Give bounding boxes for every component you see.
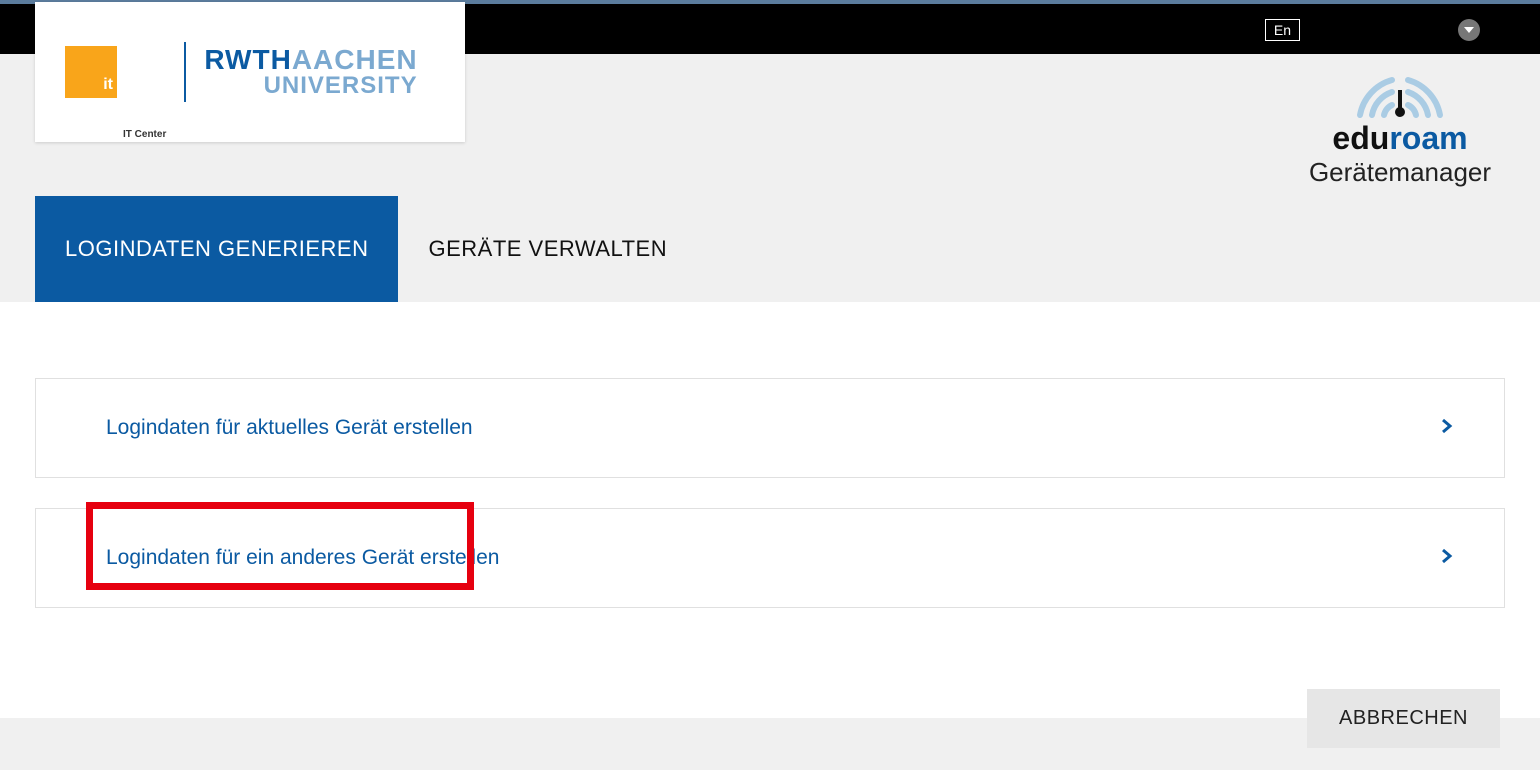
rwth-university-text: UNIVERSITY [204, 74, 417, 98]
it-center-square-icon: it [65, 46, 117, 98]
eduroam-wifi-icon [1300, 60, 1500, 120]
option-current-device-label: Logindaten für aktuelles Gerät erstellen [106, 416, 473, 440]
eduroam-edu-text: edu [1332, 120, 1389, 156]
app-subtitle: Gerätemanager [1300, 157, 1500, 188]
rwth-text-dark: RWTH [204, 44, 291, 75]
tab-manage-devices[interactable]: GERÄTE VERWALTEN [398, 196, 697, 302]
eduroam-roam-text: roam [1389, 120, 1467, 156]
chevron-right-icon [1438, 418, 1454, 439]
tab-bar: LOGINDATEN GENERIEREN GERÄTE VERWALTEN [35, 196, 697, 302]
option-other-device-label: Logindaten für ein anderes Gerät erstell… [106, 546, 499, 570]
tab-generate-login[interactable]: LOGINDATEN GENERIEREN [35, 196, 398, 302]
rwth-logo-text: RWTHAACHEN UNIVERSITY [204, 46, 417, 98]
option-current-device[interactable]: Logindaten für aktuelles Gerät erstellen [35, 378, 1505, 478]
content-area: Logindaten für aktuelles Gerät erstellen… [0, 302, 1540, 718]
language-toggle[interactable]: En [1265, 19, 1300, 41]
cancel-button[interactable]: ABBRECHEN [1307, 689, 1500, 748]
rwth-text-light: AACHEN [292, 44, 418, 75]
chevron-right-icon [1438, 548, 1454, 569]
chevron-down-icon [1464, 25, 1474, 35]
logo-divider [184, 42, 186, 102]
institution-logo-card: it IT Center RWTHAACHEN UNIVERSITY [35, 2, 465, 142]
user-menu-dropdown[interactable] [1458, 19, 1480, 41]
option-other-device[interactable]: Logindaten für ein anderes Gerät erstell… [35, 508, 1505, 608]
it-center-label: IT Center [123, 129, 166, 140]
eduroam-branding: eduroam Gerätemanager [1300, 60, 1500, 188]
